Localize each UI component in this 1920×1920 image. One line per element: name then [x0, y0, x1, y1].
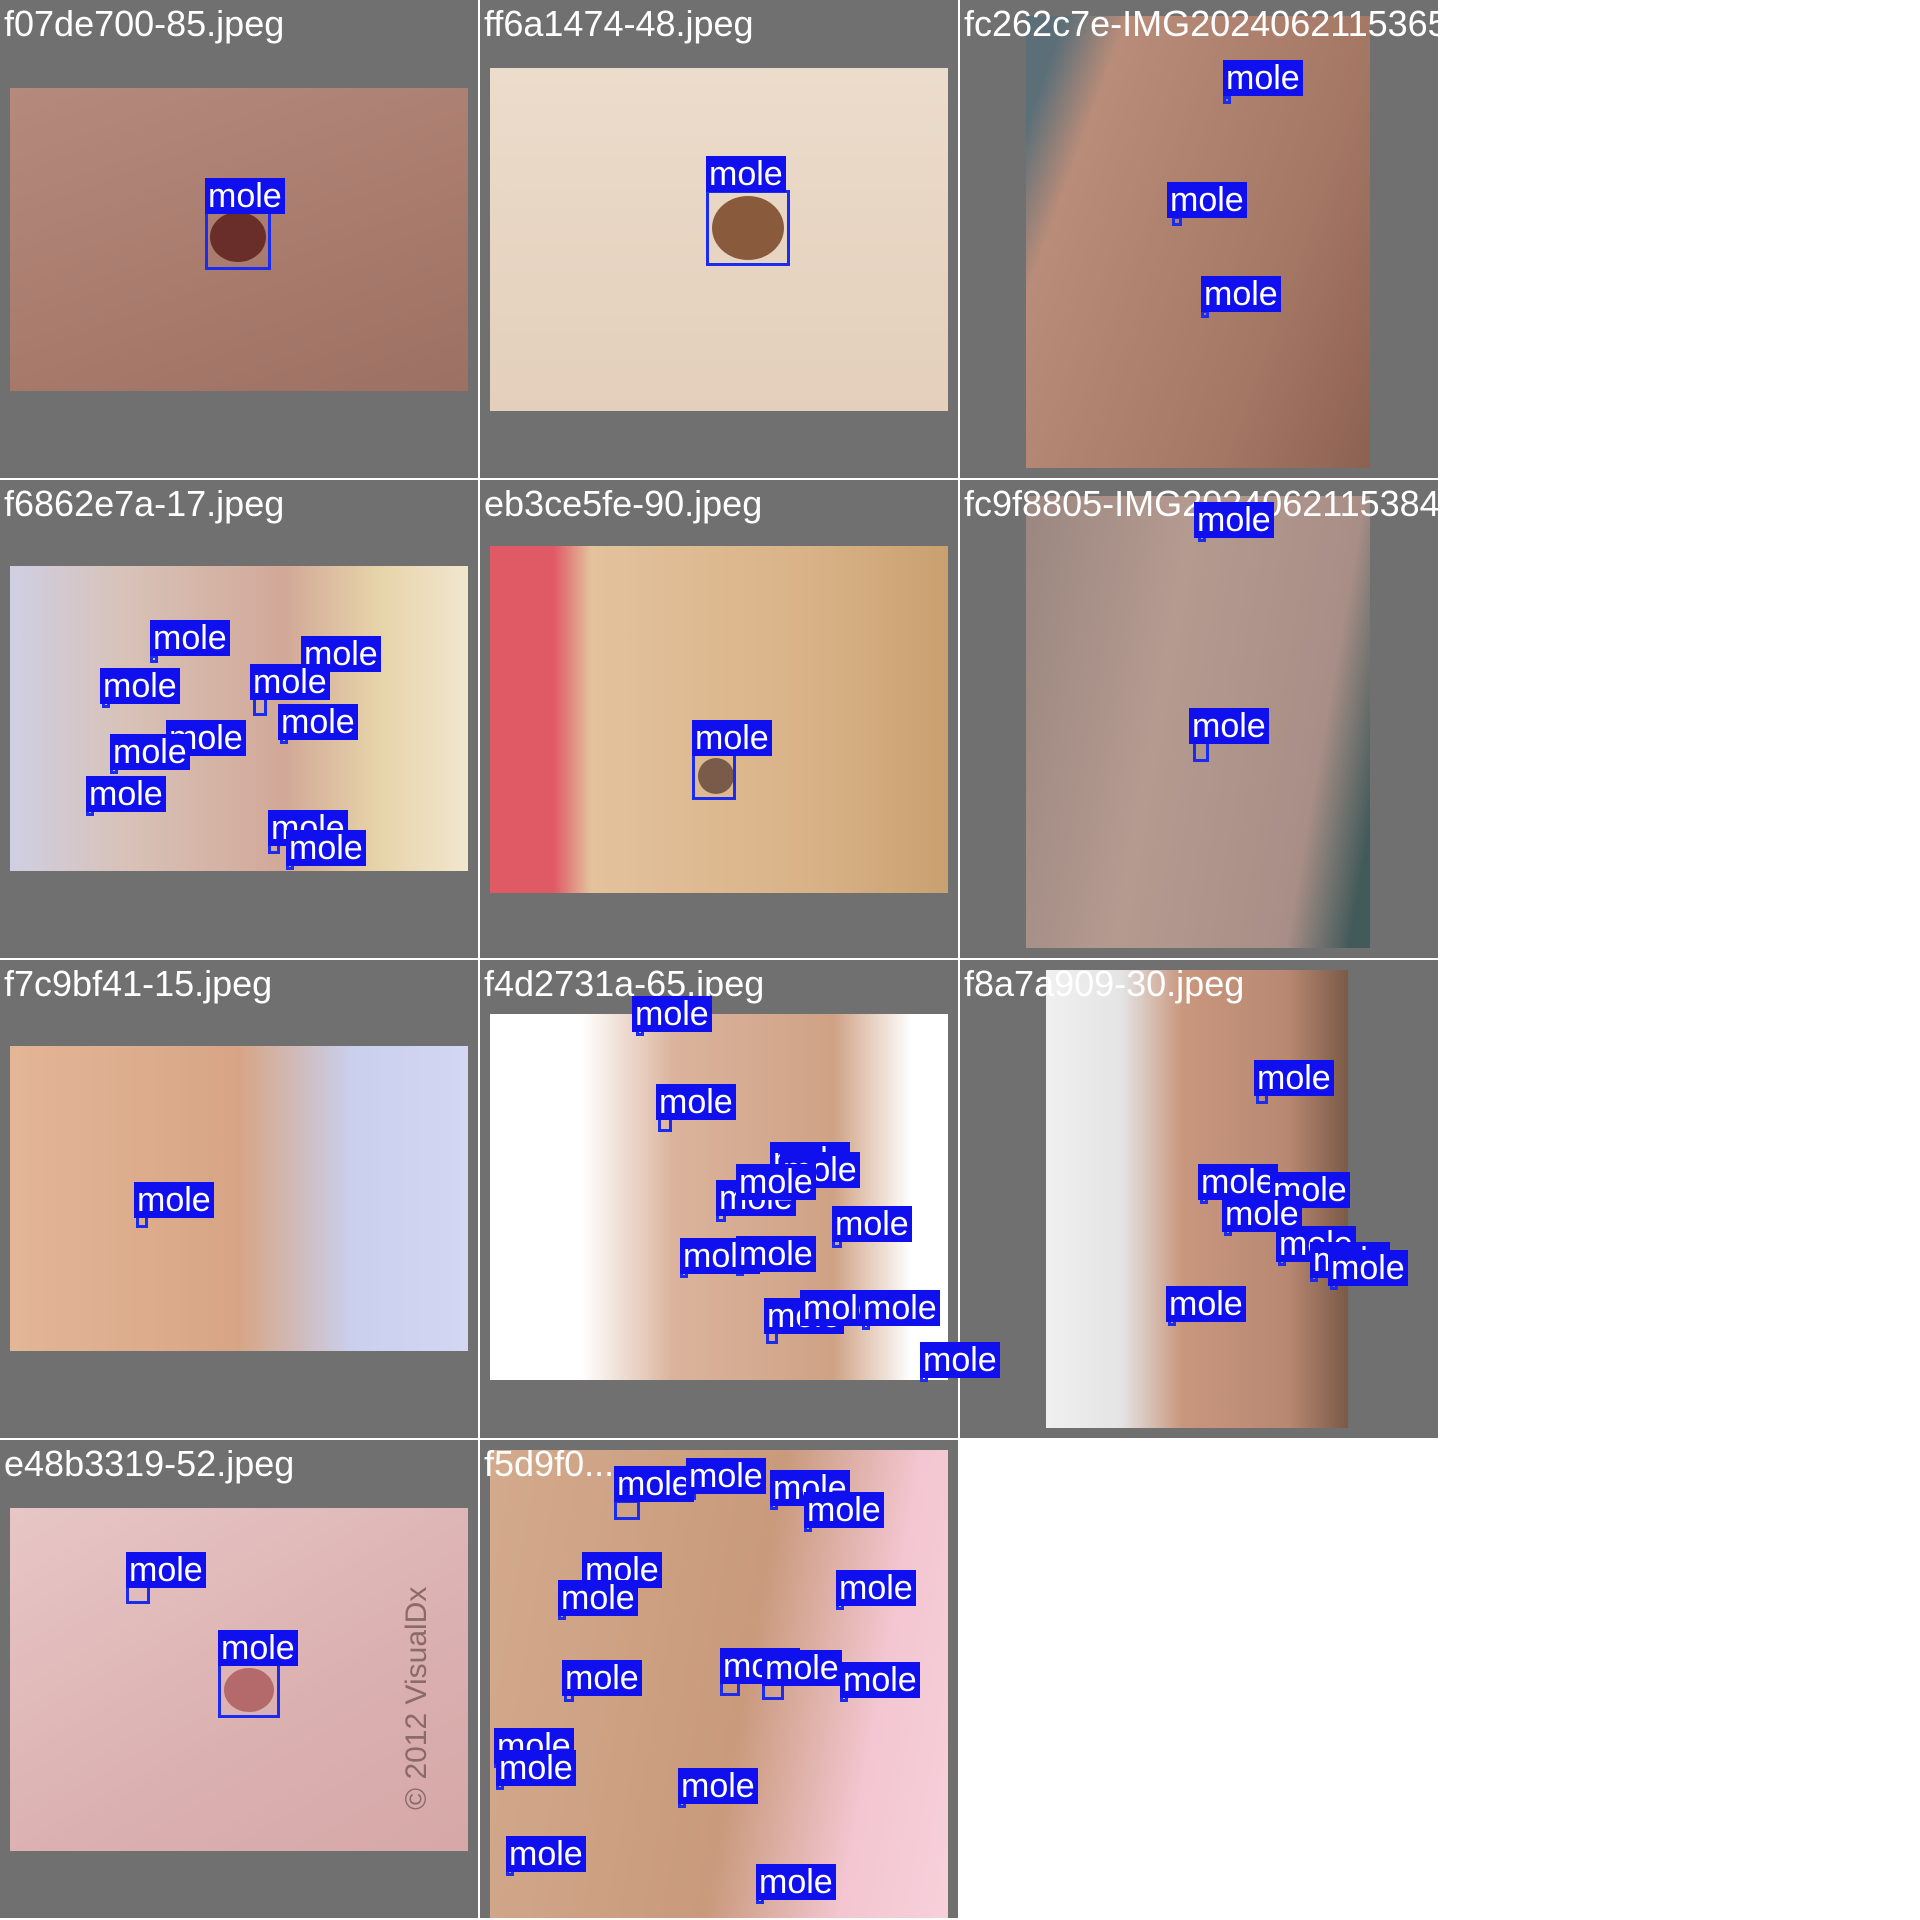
- result-tile: © 2012 VisualDx e48b3319-52.jpeg mole mole: [0, 1440, 478, 1918]
- detection-label: mole: [86, 776, 166, 812]
- detection-label: mole: [692, 720, 772, 756]
- detection-label: mole: [1166, 1286, 1246, 1322]
- result-tile: f4d2731a-65.jpeg mole mole mole mole mole mole…: [480, 960, 1000, 1438]
- skin-photo: [10, 1046, 468, 1351]
- detection-box: [218, 1662, 280, 1718]
- detection-label: mole: [632, 996, 712, 1032]
- detection-label: mole: [562, 1660, 642, 1696]
- result-tile: fc262c7e-IMG20240621153651.jpg mole mole mo…: [960, 0, 1526, 478]
- image-filename: ff6a1474-48.jpeg: [484, 3, 754, 44]
- detection-box: [692, 752, 736, 800]
- image-filename: f07de700-85.jpeg: [4, 3, 285, 44]
- detection-label: mole: [278, 704, 358, 740]
- skin-photo: [1026, 16, 1370, 468]
- detection-label: mole: [920, 1342, 1000, 1378]
- detection-box: [614, 1500, 640, 1520]
- result-tile: f5d9f0... mole mole mole mole mole mole mole mol…: [480, 1440, 958, 1918]
- image-filename: fc262c7e-IMG20240621153651.jpg: [964, 3, 1526, 44]
- detection-label: mole: [134, 1182, 214, 1218]
- detection-label: mole: [110, 734, 190, 770]
- detection-label: mole: [1201, 276, 1281, 312]
- image-filename: f6862e7a-17.jpeg: [4, 483, 285, 524]
- detection-box: [1223, 96, 1231, 104]
- detection-label: mole: [656, 1084, 736, 1120]
- result-tile: f07de700-85.jpeg mole: [0, 0, 478, 478]
- detection-label: mole: [558, 1580, 638, 1616]
- detection-label: mole: [756, 1864, 836, 1900]
- detection-label: mole: [832, 1206, 912, 1242]
- detection-label: mole: [100, 668, 180, 704]
- image-filename: f8a7a909-30.jpeg: [964, 963, 1245, 1004]
- detection-label: mole: [678, 1768, 758, 1804]
- detection-label: mole: [860, 1290, 940, 1326]
- detection-label: mole: [804, 1492, 884, 1528]
- image-filename: f4d2731a-65.jpeg: [484, 963, 765, 1004]
- image-filename: eb3ce5fe-90.jpeg: [484, 483, 763, 524]
- detection-label: mole: [1189, 708, 1269, 744]
- result-tile: eb3ce5fe-90.jpeg mole: [480, 480, 958, 958]
- result-tile: ff6a1474-48.jpeg mole: [480, 0, 958, 478]
- detection-label: mole: [1194, 502, 1274, 538]
- detection-label: mole: [218, 1630, 298, 1666]
- detection-label: mole: [686, 1458, 766, 1494]
- result-tile: f8a7a909-30.jpeg mole mole mole mole mole mole…: [960, 960, 1438, 1438]
- result-tile: f7c9bf41-15.jpeg mole: [0, 960, 478, 1438]
- detection-box: [205, 206, 271, 270]
- detection-label: mole: [250, 664, 330, 700]
- detection-label: mole: [506, 1836, 586, 1872]
- detection-label: mole: [706, 156, 786, 192]
- detection-label: mole: [286, 830, 366, 866]
- detection-label: mole: [762, 1650, 842, 1686]
- image-filename: f5d9f0...: [484, 1443, 615, 1484]
- detection-label: mole: [1167, 182, 1247, 218]
- detection-label: mole: [150, 620, 230, 656]
- image-filename: e48b3319-52.jpeg: [4, 1443, 295, 1484]
- detection-label: mole: [205, 178, 285, 214]
- image-filename: f7c9bf41-15.jpeg: [4, 963, 273, 1004]
- detection-grid: f07de700-85.jpeg mole ff6a1474-48.jpeg mole…: [0, 0, 1920, 1920]
- detection-label: mole: [1328, 1250, 1408, 1286]
- detection-label: mole: [1223, 60, 1303, 96]
- detection-label: mole: [614, 1466, 694, 1502]
- detection-label: mole: [1254, 1060, 1334, 1096]
- result-tile: f6862e7a-17.jpeg mole mole mole mole mole mole…: [0, 480, 478, 958]
- detection-label: mole: [836, 1570, 916, 1606]
- detection-label: mole: [736, 1236, 816, 1272]
- detection-label: mole: [840, 1662, 920, 1698]
- detection-box: [706, 190, 790, 266]
- watermark-text: © 2012 VisualDx: [400, 1586, 433, 1810]
- detection-label: mole: [736, 1164, 816, 1200]
- detection-label: mole: [496, 1750, 576, 1786]
- result-tile: fc9f8805-IMG20240621153842.jpgmolemole: [960, 480, 1518, 958]
- detection-label: mole: [126, 1552, 206, 1588]
